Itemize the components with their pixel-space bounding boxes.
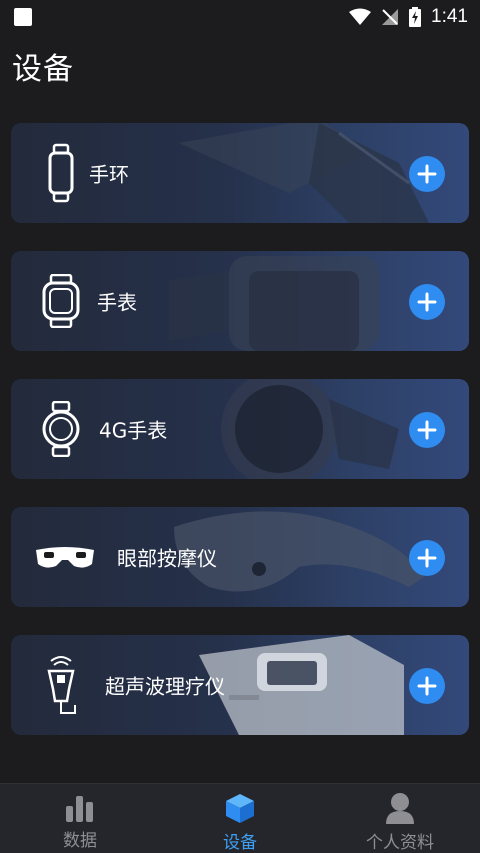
person-icon [386, 793, 414, 824]
nav-label-data: 数据 [63, 831, 97, 851]
device-card-watch[interactable]: 手表 [11, 251, 469, 351]
bar-chart-icon [66, 796, 93, 822]
no-signal-icon [381, 8, 399, 26]
plus-icon [417, 164, 437, 184]
add-band-button[interactable] [409, 156, 445, 192]
nav-item-data[interactable]: 数据 [0, 784, 160, 853]
device-card-4g-watch[interactable]: 4G手表 [11, 379, 469, 479]
device-label-ultrasound: 超声波理疗仪 [105, 674, 225, 699]
nav-label-profile: 个人资料 [366, 833, 434, 853]
watch-background-image [169, 256, 379, 351]
device-label-watch: 手表 [97, 290, 137, 315]
square-watch-icon [29, 269, 93, 333]
4g-watch-background-image [221, 379, 399, 479]
nav-label-devices: 设备 [223, 833, 257, 853]
status-right: 1:41 [349, 6, 468, 28]
page-title: 设备 [12, 52, 74, 87]
add-4g-watch-button[interactable] [409, 412, 445, 448]
band-icon [29, 141, 93, 205]
device-card-eye-massager[interactable]: 眼部按摩仪 [11, 507, 469, 607]
plus-icon [417, 676, 437, 696]
notification-icon [14, 8, 32, 26]
battery-charging-icon [409, 7, 422, 27]
round-watch-icon [29, 397, 93, 461]
add-watch-button[interactable] [409, 284, 445, 320]
cube-icon [226, 794, 254, 823]
plus-icon [417, 292, 437, 312]
plus-icon [417, 420, 437, 440]
status-left [14, 8, 32, 26]
status-bar: 1:41 [0, 0, 480, 34]
device-card-ultrasound[interactable]: 超声波理疗仪 [11, 635, 469, 735]
nav-item-profile[interactable]: 个人资料 [320, 784, 480, 853]
device-label-eye-massager: 眼部按摩仪 [117, 546, 217, 571]
add-ultrasound-button[interactable] [409, 668, 445, 704]
device-label-band: 手环 [89, 162, 129, 187]
device-card-band[interactable]: 手环 [11, 123, 469, 223]
eye-massager-icon [25, 525, 105, 589]
add-eye-massager-button[interactable] [409, 540, 445, 576]
nav-item-devices[interactable]: 设备 [160, 784, 320, 853]
wifi-icon [349, 8, 372, 26]
device-label-4g-watch: 4G手表 [99, 418, 168, 443]
band-background-image [179, 123, 429, 223]
plus-icon [417, 548, 437, 568]
device-list: 手环 手表 4G手表 眼部按摩仪 超声波理疗仪 [11, 123, 469, 763]
ultrasound-device-icon [29, 653, 93, 717]
bottom-nav: 数据 设备 个人资料 [0, 783, 480, 853]
status-time: 1:41 [431, 6, 468, 27]
